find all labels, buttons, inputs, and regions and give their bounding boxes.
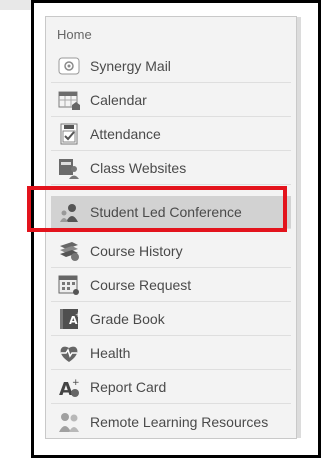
nav-item-label: Synergy Mail [90,58,171,74]
nav-item-grade-book[interactable]: A + Grade Book [51,303,291,336]
nav-item-label: Grade Book [90,311,165,327]
nav-item-label: Course History [90,243,183,259]
nav-item-class-websites[interactable]: Class Websites [51,152,291,185]
nav-item-label: Course Request [90,277,192,293]
books-icon [58,240,80,262]
heart-pulse-icon [58,342,80,364]
attendance-checkbox-icon [58,123,80,145]
grade-book-icon: A + [58,308,80,330]
group-icon [58,411,80,433]
nav-item-label: Class Websites [90,160,187,176]
nav-item-attendance[interactable]: Attendance [51,118,291,151]
nav-home-link[interactable]: Home [57,27,92,42]
nav-item-report-card[interactable]: A + Report Card [51,371,291,404]
class-websites-icon [58,157,80,179]
mail-icon [58,55,80,77]
svg-text:+: + [72,378,80,388]
svg-text:A: A [59,379,73,398]
svg-text:+: + [75,311,80,319]
nav-item-calendar[interactable]: Calendar [51,84,291,117]
nav-item-label: Health [90,345,131,361]
nav-item-course-history[interactable]: Course History [51,235,291,268]
nav-item-label: Calendar [90,92,147,108]
nav-item-label: Report Card [90,379,167,395]
nav-item-remote-learning-resources[interactable]: Remote Learning Resources [51,405,291,438]
highlight-annotation [27,186,287,232]
nav-item-course-request[interactable]: Course Request [51,269,291,302]
report-card-icon: A + [58,376,80,398]
course-request-icon [58,274,80,296]
nav-item-label: Remote Learning Resources [90,413,269,430]
nav-item-label: Attendance [90,126,161,142]
calendar-icon [58,89,80,111]
nav-item-health[interactable]: Health [51,337,291,370]
nav-item-synergy-mail[interactable]: Synergy Mail [51,50,291,83]
